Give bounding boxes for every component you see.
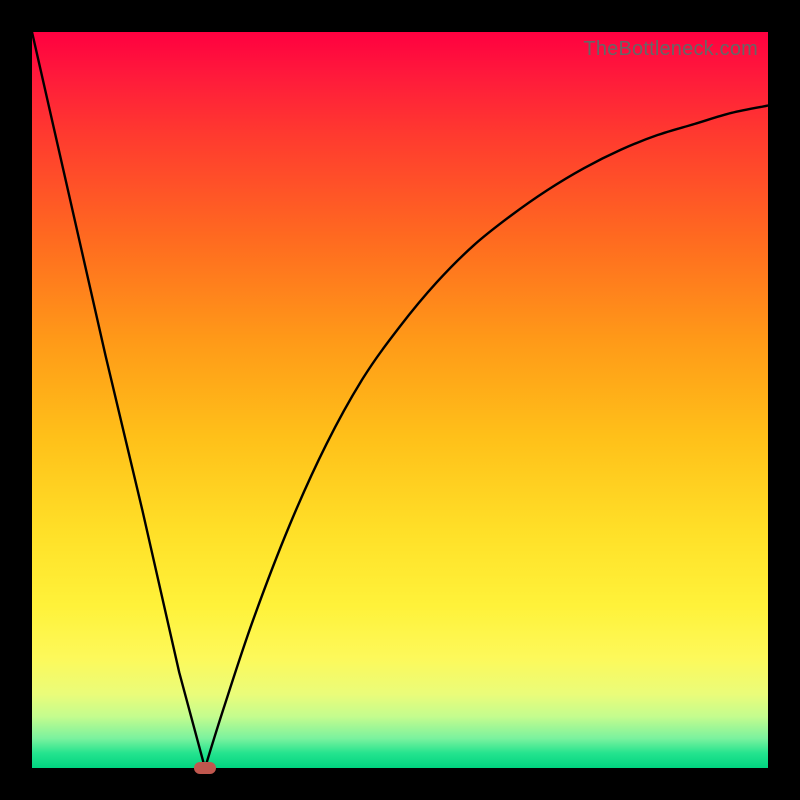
- minimum-marker: [194, 762, 216, 774]
- plot-area: TheBottleneck.com: [32, 32, 768, 768]
- bottleneck-curve: [32, 32, 768, 768]
- chart-frame: TheBottleneck.com: [0, 0, 800, 800]
